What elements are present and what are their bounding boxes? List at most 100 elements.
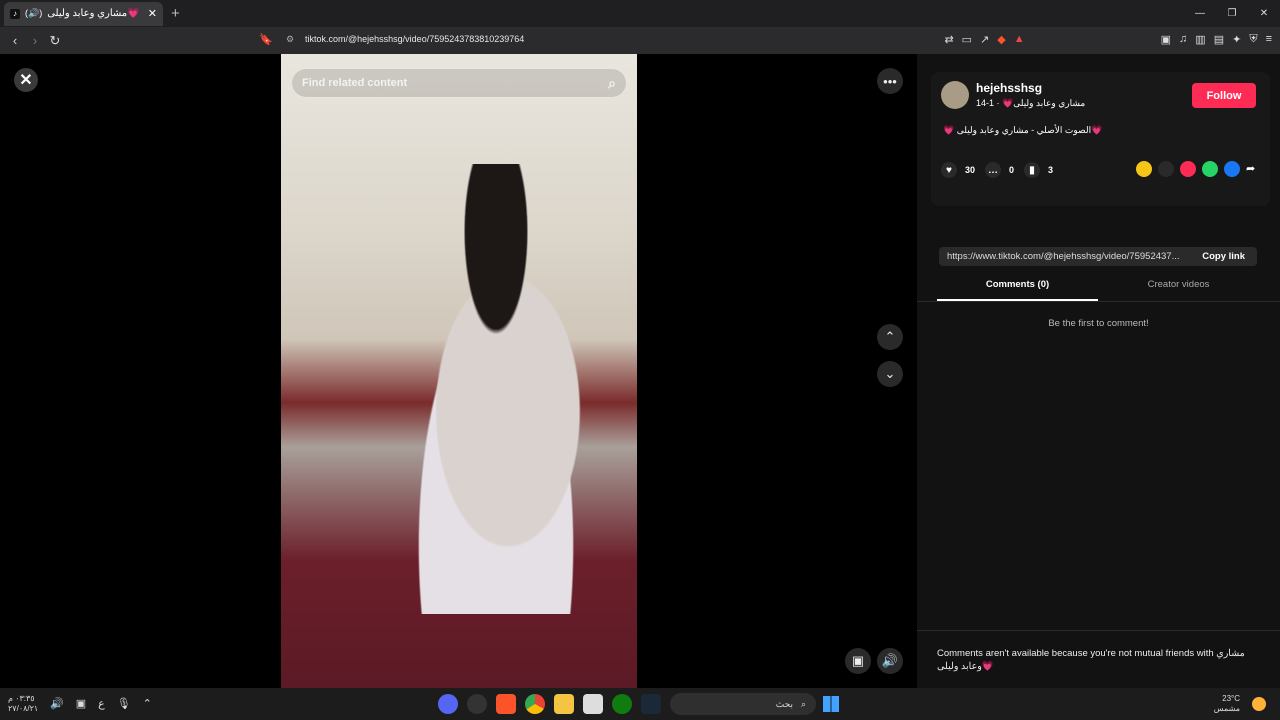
more-options-icon[interactable]: ••• <box>877 68 903 94</box>
vpn-icon[interactable]: ⛨ <box>1249 33 1257 46</box>
window-controls: — ❐ ✕ <box>1184 0 1280 27</box>
engagement-stats: ♥ 30 … 0 ▮ 3 <box>941 162 1053 178</box>
author-nickname: مشاري وعابد وليلى💗 · 1-14 <box>976 98 1086 108</box>
bookmark-icon[interactable]: 🔖 <box>259 33 273 46</box>
chatgpt-icon[interactable] <box>467 694 487 714</box>
video-player-area: ✕ Find related content ⌕ ••• ⌃ ⌄ ▣ 🔊 <box>0 54 917 688</box>
store-icon[interactable] <box>583 694 603 714</box>
volume-icon[interactable]: 🔊 <box>877 648 903 674</box>
clock-date: ٢٧/٠٨/٢١ <box>8 704 39 713</box>
clock-time: ٠٣:٣٥ م <box>8 694 35 703</box>
taskbar-search-label: بحث <box>775 698 793 709</box>
comment-count: 0 <box>1009 165 1015 175</box>
side-panel: hejehsshsg مشاري وعابد وليلى💗 · 1-14 Fol… <box>917 54 1280 688</box>
weather-widget[interactable]: 23°C مشمس <box>1214 694 1240 714</box>
media-icon[interactable]: ♫ <box>1179 33 1187 46</box>
taskbar-apps <box>438 694 661 714</box>
tab-divider <box>917 301 1280 302</box>
microphone-icon[interactable]: 🎙 <box>117 697 131 710</box>
send-to-friends-icon[interactable] <box>1180 161 1196 177</box>
tiktok-icon: ♪ <box>10 8 20 19</box>
share-link-text: https://www.tiktok.com/@hejehsshsg/video… <box>947 251 1180 262</box>
facebook-icon[interactable] <box>1224 161 1240 177</box>
new-tab-icon[interactable]: + <box>171 5 180 22</box>
video-description: 💗 الصوت الأصلي - مشاري وعابد وليلى💗 <box>943 125 1103 135</box>
address-bar: ‹ › ↻ 🔖 ⚙ tiktok.com/@hejehsshsg/video/7… <box>0 27 1280 54</box>
toolbar-spacer <box>1033 33 1153 46</box>
minimize-icon[interactable]: — <box>1184 0 1216 27</box>
tab-title: مشاري وعابد وليلى💗 <box>47 8 140 19</box>
save-count: 3 <box>1048 165 1054 175</box>
search-placeholder: Find related content <box>302 77 408 89</box>
repost-icon[interactable] <box>1136 161 1152 177</box>
leo-icon[interactable]: ✦ <box>1232 33 1241 46</box>
comments-tabs: Comments (0) Creator videos <box>937 279 1280 301</box>
heart-icon: ♥ <box>941 162 957 178</box>
close-window-icon[interactable]: ✕ <box>1248 0 1280 27</box>
video-frame[interactable]: Find related content ⌕ <box>281 54 637 688</box>
share-icons: ➦ <box>1136 161 1262 177</box>
clock[interactable]: ٠٣:٣٥ م ٢٧/٠٨/٢١ <box>8 694 38 714</box>
sun-icon <box>1252 697 1266 711</box>
copy-link-button[interactable]: Copy link <box>1202 251 1245 262</box>
author-username[interactable]: hejehsshsg <box>976 81 1042 95</box>
wallet-icon[interactable]: ▤ <box>1214 33 1224 46</box>
maximize-icon[interactable]: ❐ <box>1216 0 1248 27</box>
browser-tab[interactable]: ♪ (🔊) مشاري وعابد وليلى💗 ✕ <box>4 1 163 26</box>
weather-temp: 23°C <box>1222 694 1240 703</box>
brave-icon[interactable] <box>496 694 516 714</box>
xbox-icon[interactable] <box>612 694 632 714</box>
comment-stat[interactable]: … 0 <box>985 162 1014 178</box>
toolbar-icons: ⇄ ▭ ↗ ◆ ▲ ▣ ♫ ▥ ▤ ✦ ⛨ ≡ <box>944 33 1272 46</box>
screenshot-icon[interactable]: ▣ <box>1161 33 1171 46</box>
windows-start-icon[interactable] <box>823 696 839 712</box>
speaker-icon[interactable]: 🔊 <box>50 697 64 710</box>
taskbar: ٠٣:٣٥ م ٢٧/٠٨/٢١ 🔊 ▣ ع 🎙 ⌃ بحث ⌕ 23°C مش… <box>0 688 1280 720</box>
language-indicator[interactable]: ع <box>98 697 105 710</box>
back-icon[interactable]: ‹ <box>5 33 25 48</box>
search-icon: ⌕ <box>800 698 806 709</box>
tray-chevron-icon[interactable]: ⌃ <box>143 697 152 710</box>
site-info-icon[interactable]: ⚙ <box>286 34 294 45</box>
video-content <box>376 164 616 614</box>
discord-icon[interactable] <box>438 694 458 714</box>
chrome-icon[interactable] <box>525 694 545 714</box>
empty-comments-text: Be the first to comment! <box>1048 318 1149 329</box>
menu-icon[interactable]: ≡ <box>1266 33 1272 46</box>
share-arrow-icon[interactable]: ➦ <box>1246 161 1262 177</box>
forward-icon[interactable]: › <box>25 33 45 48</box>
brave-shield-icon[interactable]: ◆ <box>997 33 1005 46</box>
search-icon[interactable]: ⌕ <box>608 75 616 92</box>
file-explorer-icon[interactable] <box>554 694 574 714</box>
comment-icon: … <box>985 162 1002 178</box>
avatar[interactable] <box>941 81 969 109</box>
like-count: 30 <box>965 165 976 175</box>
embed-icon[interactable] <box>1158 161 1174 177</box>
reload-icon[interactable]: ↻ <box>45 33 65 49</box>
browser-tab-strip: ♪ (🔊) مشاري وعابد وليلى💗 ✕ + — ❐ ✕ <box>0 0 1280 27</box>
translate-icon[interactable]: ⇄ <box>944 33 953 46</box>
next-video-icon[interactable]: ⌄ <box>877 361 903 387</box>
cast-icon[interactable]: ▭ <box>962 33 972 46</box>
follow-button[interactable]: Follow <box>1192 83 1256 108</box>
whatsapp-icon[interactable] <box>1202 161 1218 177</box>
save-stat[interactable]: ▮ 3 <box>1024 162 1053 178</box>
network-icon[interactable]: ▣ <box>76 697 86 710</box>
sidebar-icon[interactable]: ▥ <box>1195 33 1205 46</box>
like-stat[interactable]: ♥ 30 <box>941 162 975 178</box>
tab-comments[interactable]: Comments (0) <box>937 279 1098 301</box>
share-icon[interactable]: ↗ <box>980 33 989 46</box>
url-field[interactable]: tiktok.com/@hejehsshsg/video/75952437838… <box>305 34 524 44</box>
taskbar-search[interactable]: بحث ⌕ <box>670 693 816 715</box>
previous-video-icon[interactable]: ⌃ <box>877 324 903 350</box>
picture-in-picture-icon[interactable]: ▣ <box>845 648 871 674</box>
share-link-field[interactable]: https://www.tiktok.com/@hejehsshsg/video… <box>939 247 1257 266</box>
find-related-search[interactable]: Find related content ⌕ <box>291 68 627 98</box>
rewards-icon[interactable]: ▲ <box>1014 33 1025 46</box>
close-tab-icon[interactable]: ✕ <box>148 7 157 20</box>
close-icon[interactable]: ✕ <box>14 68 38 92</box>
comments-unavailable-notice: Comments aren't available because you're… <box>917 630 1280 688</box>
tab-creator-videos[interactable]: Creator videos <box>1098 279 1259 301</box>
audio-indicator-icon[interactable]: (🔊) <box>25 8 42 19</box>
steam-icon[interactable] <box>641 694 661 714</box>
